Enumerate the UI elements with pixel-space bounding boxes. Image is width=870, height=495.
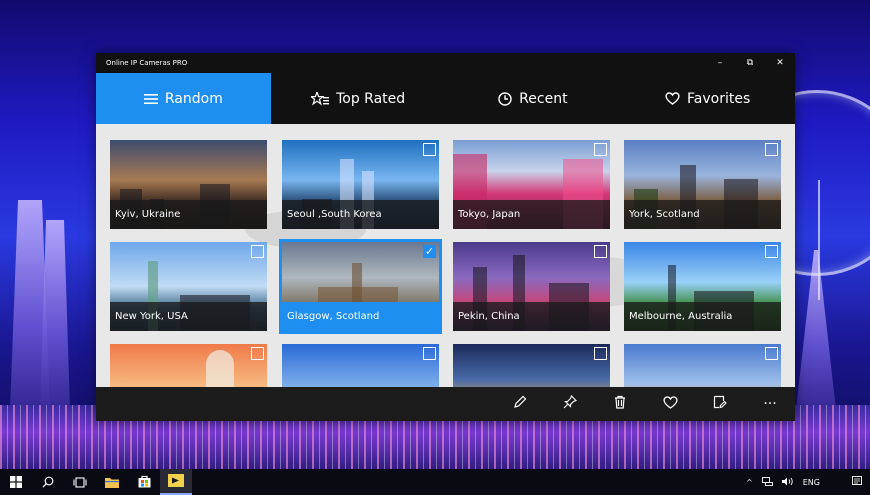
select-checkbox[interactable] bbox=[594, 347, 607, 360]
heart-icon bbox=[665, 92, 680, 105]
camera-card[interactable]: New York, USA bbox=[110, 242, 267, 331]
pin-icon bbox=[563, 395, 577, 413]
camera-caption: Seoul ,South Korea bbox=[282, 200, 439, 229]
camera-card[interactable]: Kyiv, Ukraine bbox=[110, 140, 267, 229]
tab-recent[interactable]: Recent bbox=[446, 73, 621, 124]
tab-label: Recent bbox=[519, 90, 568, 107]
camera-caption: Glasgow, Scotland bbox=[282, 302, 439, 331]
network-icon[interactable] bbox=[761, 476, 773, 488]
camera-card[interactable]: Pekin, China bbox=[453, 242, 610, 331]
trash-icon bbox=[614, 395, 626, 413]
taskbar: ^ ENG bbox=[0, 469, 870, 495]
camera-caption: Melbourne, Australia bbox=[624, 302, 781, 331]
star-list-icon bbox=[311, 91, 330, 106]
folder-icon bbox=[105, 473, 119, 492]
delete-button[interactable] bbox=[595, 387, 645, 421]
wallpaper-tower bbox=[40, 220, 70, 410]
file-explorer-button[interactable] bbox=[96, 469, 128, 495]
rename-icon bbox=[713, 395, 727, 413]
app-window: Online IP Cameras PRO – ⧉ ✕ Random Top R… bbox=[96, 53, 795, 421]
camera-thumbnail bbox=[110, 344, 267, 387]
tab-favorites[interactable]: Favorites bbox=[620, 73, 795, 124]
select-checkbox[interactable] bbox=[594, 143, 607, 156]
camera-caption: York, Scotland bbox=[624, 200, 781, 229]
camera-card[interactable]: ✓ Glasgow, Scotland bbox=[279, 239, 442, 334]
task-view-icon bbox=[73, 473, 87, 492]
close-button[interactable]: ✕ bbox=[765, 53, 795, 73]
edit-button[interactable] bbox=[495, 387, 545, 421]
tab-random[interactable]: Random bbox=[96, 73, 271, 124]
camera-card[interactable]: Seoul ,South Korea bbox=[282, 140, 439, 229]
rename-button[interactable] bbox=[695, 387, 745, 421]
select-checkbox[interactable] bbox=[423, 347, 436, 360]
camera-card[interactable] bbox=[282, 344, 439, 387]
select-checkbox-checked[interactable]: ✓ bbox=[423, 245, 436, 258]
camera-grid: Kyiv, Ukraine Seoul ,South Korea Tokyo, … bbox=[96, 124, 795, 387]
camera-thumbnail bbox=[624, 344, 781, 387]
search-icon bbox=[42, 473, 54, 492]
select-checkbox[interactable] bbox=[423, 143, 436, 156]
more-icon: ··· bbox=[763, 396, 777, 412]
camera-thumbnail bbox=[282, 344, 439, 387]
window-controls: – ⧉ ✕ bbox=[705, 53, 795, 73]
select-checkbox[interactable] bbox=[765, 245, 778, 258]
select-checkbox[interactable] bbox=[765, 143, 778, 156]
pin-button[interactable] bbox=[545, 387, 595, 421]
show-hidden-icons-chevron[interactable]: ^ bbox=[746, 478, 753, 487]
task-view-button[interactable] bbox=[64, 469, 96, 495]
tab-label: Top Rated bbox=[336, 90, 406, 107]
camera-card[interactable]: York, Scotland bbox=[624, 140, 781, 229]
minimize-button[interactable]: – bbox=[705, 53, 735, 73]
tab-label: Random bbox=[164, 90, 223, 107]
select-checkbox[interactable] bbox=[765, 347, 778, 360]
tab-bar: Random Top Rated Recent Favorites bbox=[96, 73, 795, 124]
camera-card[interactable]: Melbourne, Australia bbox=[624, 242, 781, 331]
volume-icon[interactable] bbox=[781, 477, 794, 488]
title-bar[interactable]: Online IP Cameras PRO – ⧉ ✕ bbox=[96, 53, 795, 73]
camera-card[interactable] bbox=[110, 344, 267, 387]
camera-caption: Tokyo, Japan bbox=[453, 200, 610, 229]
hamburger-icon bbox=[143, 93, 158, 104]
camera-card[interactable] bbox=[624, 344, 781, 387]
store-button[interactable] bbox=[128, 469, 160, 495]
ip-cameras-app-button[interactable] bbox=[160, 469, 192, 495]
select-checkbox[interactable] bbox=[594, 245, 607, 258]
more-button[interactable]: ··· bbox=[745, 387, 795, 421]
command-bar: ··· bbox=[96, 387, 795, 421]
heart-icon bbox=[662, 395, 678, 413]
tab-top-rated[interactable]: Top Rated bbox=[271, 73, 446, 124]
camera-caption: Pekin, China bbox=[453, 302, 610, 331]
search-button[interactable] bbox=[32, 469, 64, 495]
ip-camera-app-icon bbox=[168, 472, 184, 491]
camera-card[interactable]: Tokyo, Japan bbox=[453, 140, 610, 229]
input-language[interactable]: ENG bbox=[803, 478, 820, 487]
pencil-icon bbox=[513, 395, 527, 413]
camera-thumbnail bbox=[453, 344, 610, 387]
windows-logo-icon bbox=[10, 473, 22, 492]
camera-caption: New York, USA bbox=[110, 302, 267, 331]
camera-caption: Kyiv, Ukraine bbox=[110, 200, 267, 229]
clock-icon bbox=[498, 91, 512, 106]
store-bag-icon bbox=[138, 473, 151, 492]
tab-label: Favorites bbox=[687, 90, 751, 107]
system-tray: ^ ENG bbox=[746, 469, 862, 495]
favorite-button[interactable] bbox=[645, 387, 695, 421]
camera-card[interactable] bbox=[453, 344, 610, 387]
restore-button[interactable]: ⧉ bbox=[735, 53, 765, 73]
action-center-icon[interactable] bbox=[852, 476, 862, 488]
start-button[interactable] bbox=[0, 469, 32, 495]
select-checkbox[interactable] bbox=[251, 245, 264, 258]
wallpaper-wheel-spoke bbox=[818, 180, 820, 300]
app-title: Online IP Cameras PRO bbox=[106, 59, 188, 67]
select-checkbox[interactable] bbox=[251, 347, 264, 360]
